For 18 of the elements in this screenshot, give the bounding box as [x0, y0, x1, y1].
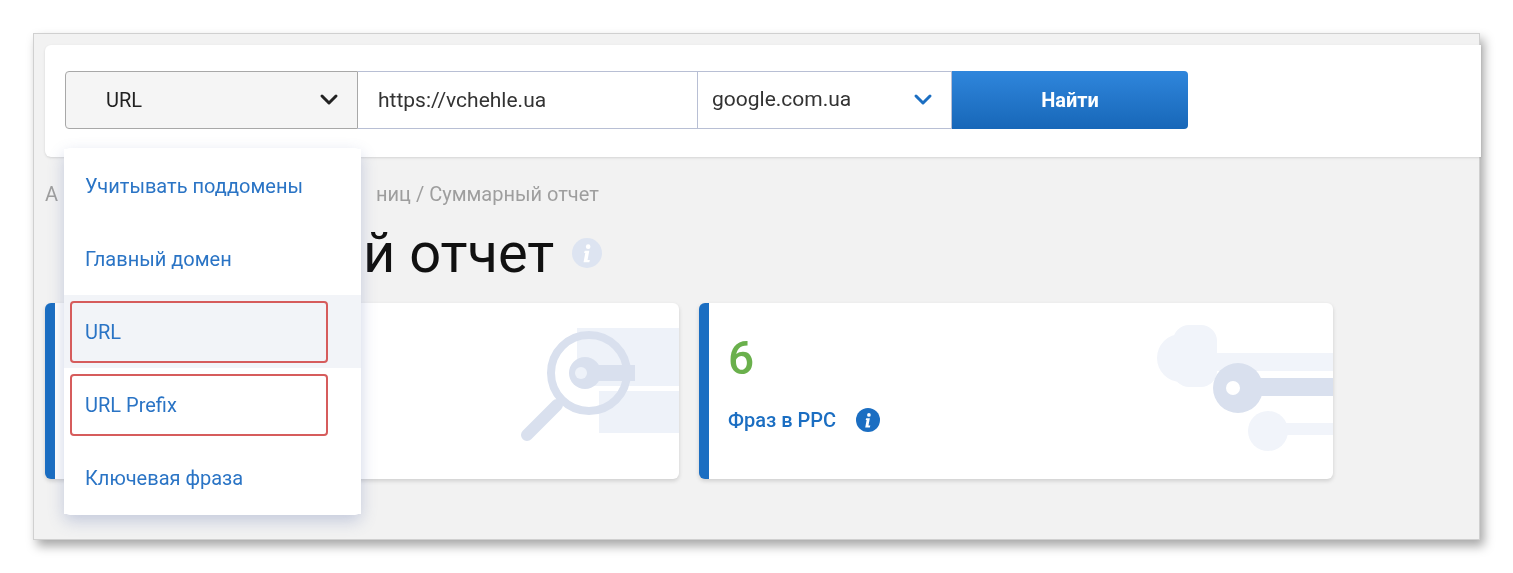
search-button[interactable]: Найти	[952, 71, 1188, 129]
engine-select[interactable]: google.com.ua	[698, 71, 952, 129]
menu-item[interactable]: Ключевая фраза	[70, 446, 328, 509]
menu-item[interactable]: URL Prefix	[70, 373, 328, 436]
mode-select[interactable]: URL	[65, 71, 358, 129]
info-icon	[856, 408, 881, 432]
chevron-down-icon	[319, 93, 339, 107]
url-field[interactable]: https://vchehle.ua	[358, 71, 698, 129]
info-icon	[572, 238, 603, 268]
breadcrumb: ниц / Суммарный отчет	[376, 181, 599, 208]
menu-item[interactable]: URL	[70, 300, 328, 363]
menu-item[interactable]: Учитывать поддомены	[70, 154, 328, 217]
stat-label[interactable]: Фраз в PPC	[728, 405, 837, 435]
page-title: й отчет	[363, 225, 555, 281]
breadcrumb: А	[45, 181, 59, 208]
stat-value: 6	[728, 335, 755, 381]
menu-item[interactable]: Главный домен	[70, 227, 328, 290]
chevron-down-icon	[913, 93, 933, 107]
